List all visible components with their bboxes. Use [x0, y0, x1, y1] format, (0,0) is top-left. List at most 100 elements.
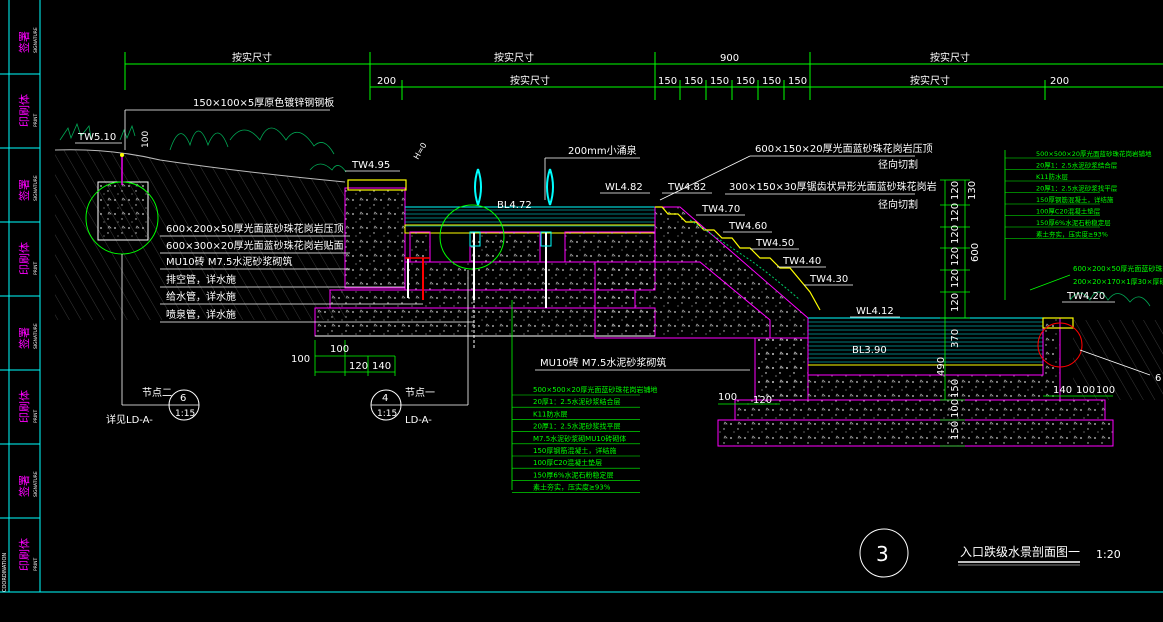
- section-drawing: 签署 SIGNATURE印刷体 PRINT签署 SIGNATURE印刷体 PRINT签署…: [0, 0, 1163, 593]
- rb-3: 100: [1096, 385, 1115, 396]
- node1-num: 4: [382, 393, 388, 404]
- rb-1: 140: [1053, 385, 1072, 396]
- note-left1: 600×200×50厚光面蓝砂珠花岗岩压顶: [166, 222, 344, 235]
- bottom-stack-note: M7.5水泥砂浆砌MU10砖砌体: [533, 434, 626, 443]
- bottom-stack-note: 500×500×20厚光面蓝砂珠花岗岩铺地: [533, 385, 657, 394]
- vd-7: 600: [970, 243, 981, 262]
- dim-2-3: 150: [658, 76, 677, 87]
- note-left6: 喷泉管，详水施: [166, 308, 236, 321]
- sidebar-cell-label: 印刷体: [17, 94, 31, 127]
- title-scale: 1:20: [1096, 548, 1121, 561]
- note-coping-a: 600×150×20厚光面蓝砂珠花岗岩压顶: [755, 142, 933, 155]
- bottom-stack-note: 20厚1：2.5水泥砂浆结合层: [533, 397, 621, 406]
- dim-2-7: 150: [762, 76, 781, 87]
- lb-4: 140: [372, 361, 391, 372]
- title-number: 3: [876, 542, 889, 566]
- note-left5: 给水管，详水施: [166, 290, 236, 303]
- vd-3: 120: [950, 203, 961, 222]
- right-stack-note: 20厚1：2.5水泥砂浆结合层: [1036, 161, 1118, 170]
- note-step-stone: 300×150×30厚锯齿状异形光面蓝砂珠花岗岩: [729, 180, 937, 193]
- bottom-stack-note: 20厚1：2.5水泥砂浆找平层: [533, 422, 621, 431]
- sidebar-cell-sub: SIGNATURE: [33, 323, 39, 349]
- sidebar-cell-label: 印刷体: [17, 538, 31, 571]
- note-right-cap1: 600×200×50厚光面蓝砂珠花: [1073, 264, 1163, 273]
- level-wl412: WL4.12: [856, 306, 894, 317]
- note-fountain: 200mm小涌泉: [568, 144, 637, 157]
- level-tw450: TW4.50: [755, 238, 794, 249]
- level-tw482: TW4.82: [667, 182, 706, 193]
- right-stack-note: 150厚钢筋混凝土，详结施: [1036, 195, 1114, 204]
- dim-top-1: 按实尺寸: [232, 51, 272, 64]
- node2-label: 节点二: [142, 387, 172, 399]
- note-left2: 600×300×20厚光面蓝砂珠花岗岩贴面: [166, 239, 344, 252]
- sidebar-cell-sub: PRINT: [33, 409, 39, 423]
- vd-b1: 150: [950, 421, 961, 440]
- rb-2: 100: [1076, 385, 1095, 396]
- sidebar-cell-sub: PRINT: [33, 557, 39, 571]
- right-stack-note: 素土夯实，压实度≥93%: [1036, 230, 1108, 239]
- level-tw420: TW4.20: [1066, 291, 1105, 302]
- vd-2: 120: [950, 181, 961, 200]
- right-stack-note: K11防水层: [1036, 172, 1069, 181]
- top-dimension-labels: 按实尺寸 按实尺寸 900 按实尺寸 200 按实尺寸 150 150 150 …: [232, 51, 1069, 87]
- note-steel-plate: 150×100×5厚原色镀锌钢钢板: [193, 96, 334, 109]
- left-bottom-dims: 100 100 120 140: [291, 340, 396, 376]
- sidebar-cell-sub: SIGNATURE: [33, 471, 39, 497]
- sidebar-cell-label: 签署: [17, 31, 31, 53]
- right-stack-note: 150厚6%水泥石粉稳定层: [1036, 218, 1111, 227]
- level-tw460: TW4.60: [728, 221, 767, 232]
- bottom-stack-note: 素土夯实，压实度≥93%: [533, 483, 611, 492]
- dim-2-5: 150: [710, 76, 729, 87]
- sidebar-footer: COORDINATION: [2, 553, 8, 592]
- drawing-title: 3 入口跌级水景剖面图一 1:20: [859, 528, 1121, 578]
- level-tw440: TW4.40: [782, 256, 821, 267]
- level-tw495: TW4.95: [351, 160, 390, 171]
- top-dimensions: [124, 52, 1163, 100]
- dim-2-9: 按实尺寸: [910, 74, 950, 87]
- note-coping-a2: 径向切割: [878, 158, 918, 171]
- sidebar-cell-sub: SIGNATURE: [33, 27, 39, 53]
- node1-scale: 1:15: [377, 409, 397, 419]
- level-tw510: TW5.10: [77, 132, 116, 143]
- sidebar-cell-label: 印刷体: [17, 390, 31, 423]
- vd-1: 130: [967, 181, 978, 200]
- bl-1: 100: [718, 392, 737, 403]
- vd-9: 370: [950, 329, 961, 348]
- dim-2-6: 150: [736, 76, 755, 87]
- note-left3: MU10砖 M7.5水泥砂浆砌筑: [166, 255, 292, 268]
- vd-5: 120: [950, 247, 961, 266]
- dim-top-4: 按实尺寸: [930, 51, 970, 64]
- bottom-stack-note: K11防水层: [533, 409, 568, 418]
- node2-num: 6: [180, 393, 186, 404]
- vd-6: 120: [950, 269, 961, 288]
- note-masonry: MU10砖 M7.5水泥砂浆砌筑: [540, 356, 666, 369]
- right-stack-note: 20厚1：2.5水泥砂浆找平层: [1036, 184, 1118, 193]
- vd-10: 490: [936, 357, 947, 376]
- sidebar-cell-label: 印刷体: [17, 242, 31, 275]
- sidebar-cell-sub: PRINT: [33, 261, 39, 275]
- sidebar-cell-label: 签署: [17, 327, 31, 349]
- dim-2-10: 200: [1050, 76, 1069, 87]
- node1-label: 节点一: [405, 387, 435, 399]
- dim-2-8: 150: [788, 76, 807, 87]
- right-stack-note: 500×500×20厚光面蓝砂珠花岗岩铺地: [1036, 149, 1152, 158]
- vd-4: 120: [950, 225, 961, 244]
- right-stack-notes: 500×500×20厚光面蓝砂珠花岗岩铺地 20厚1：2.5水泥砂浆结合层 K11防…: [1004, 149, 1163, 300]
- node1-ref: LD-A-: [405, 415, 432, 426]
- note-ha: H=0: [412, 141, 429, 161]
- title-text: 入口跌级水景剖面图一: [960, 544, 1080, 559]
- dim-2-4: 150: [684, 76, 703, 87]
- level-wl482: WL4.82: [605, 182, 643, 193]
- right-stack-note: 100厚C20混凝土垫层: [1036, 207, 1101, 216]
- level-bl390: BL3.90: [852, 345, 887, 356]
- bl-2: 120: [753, 395, 772, 406]
- level-bl472: BL4.72: [497, 200, 532, 211]
- lb-1: 100: [291, 354, 310, 365]
- sidebar-cell-sub: PRINT: [33, 113, 39, 127]
- note-step-stone2: 径向切割: [878, 198, 918, 211]
- bottom-stack-note: 150厚钢筋混凝土，详结施: [533, 446, 616, 455]
- note-tw-top: 100: [141, 131, 151, 148]
- dim-top-2: 按实尺寸: [494, 51, 534, 64]
- right-callout-num: 6: [1155, 373, 1161, 384]
- node2-ref: 详见LD-A-: [106, 413, 153, 426]
